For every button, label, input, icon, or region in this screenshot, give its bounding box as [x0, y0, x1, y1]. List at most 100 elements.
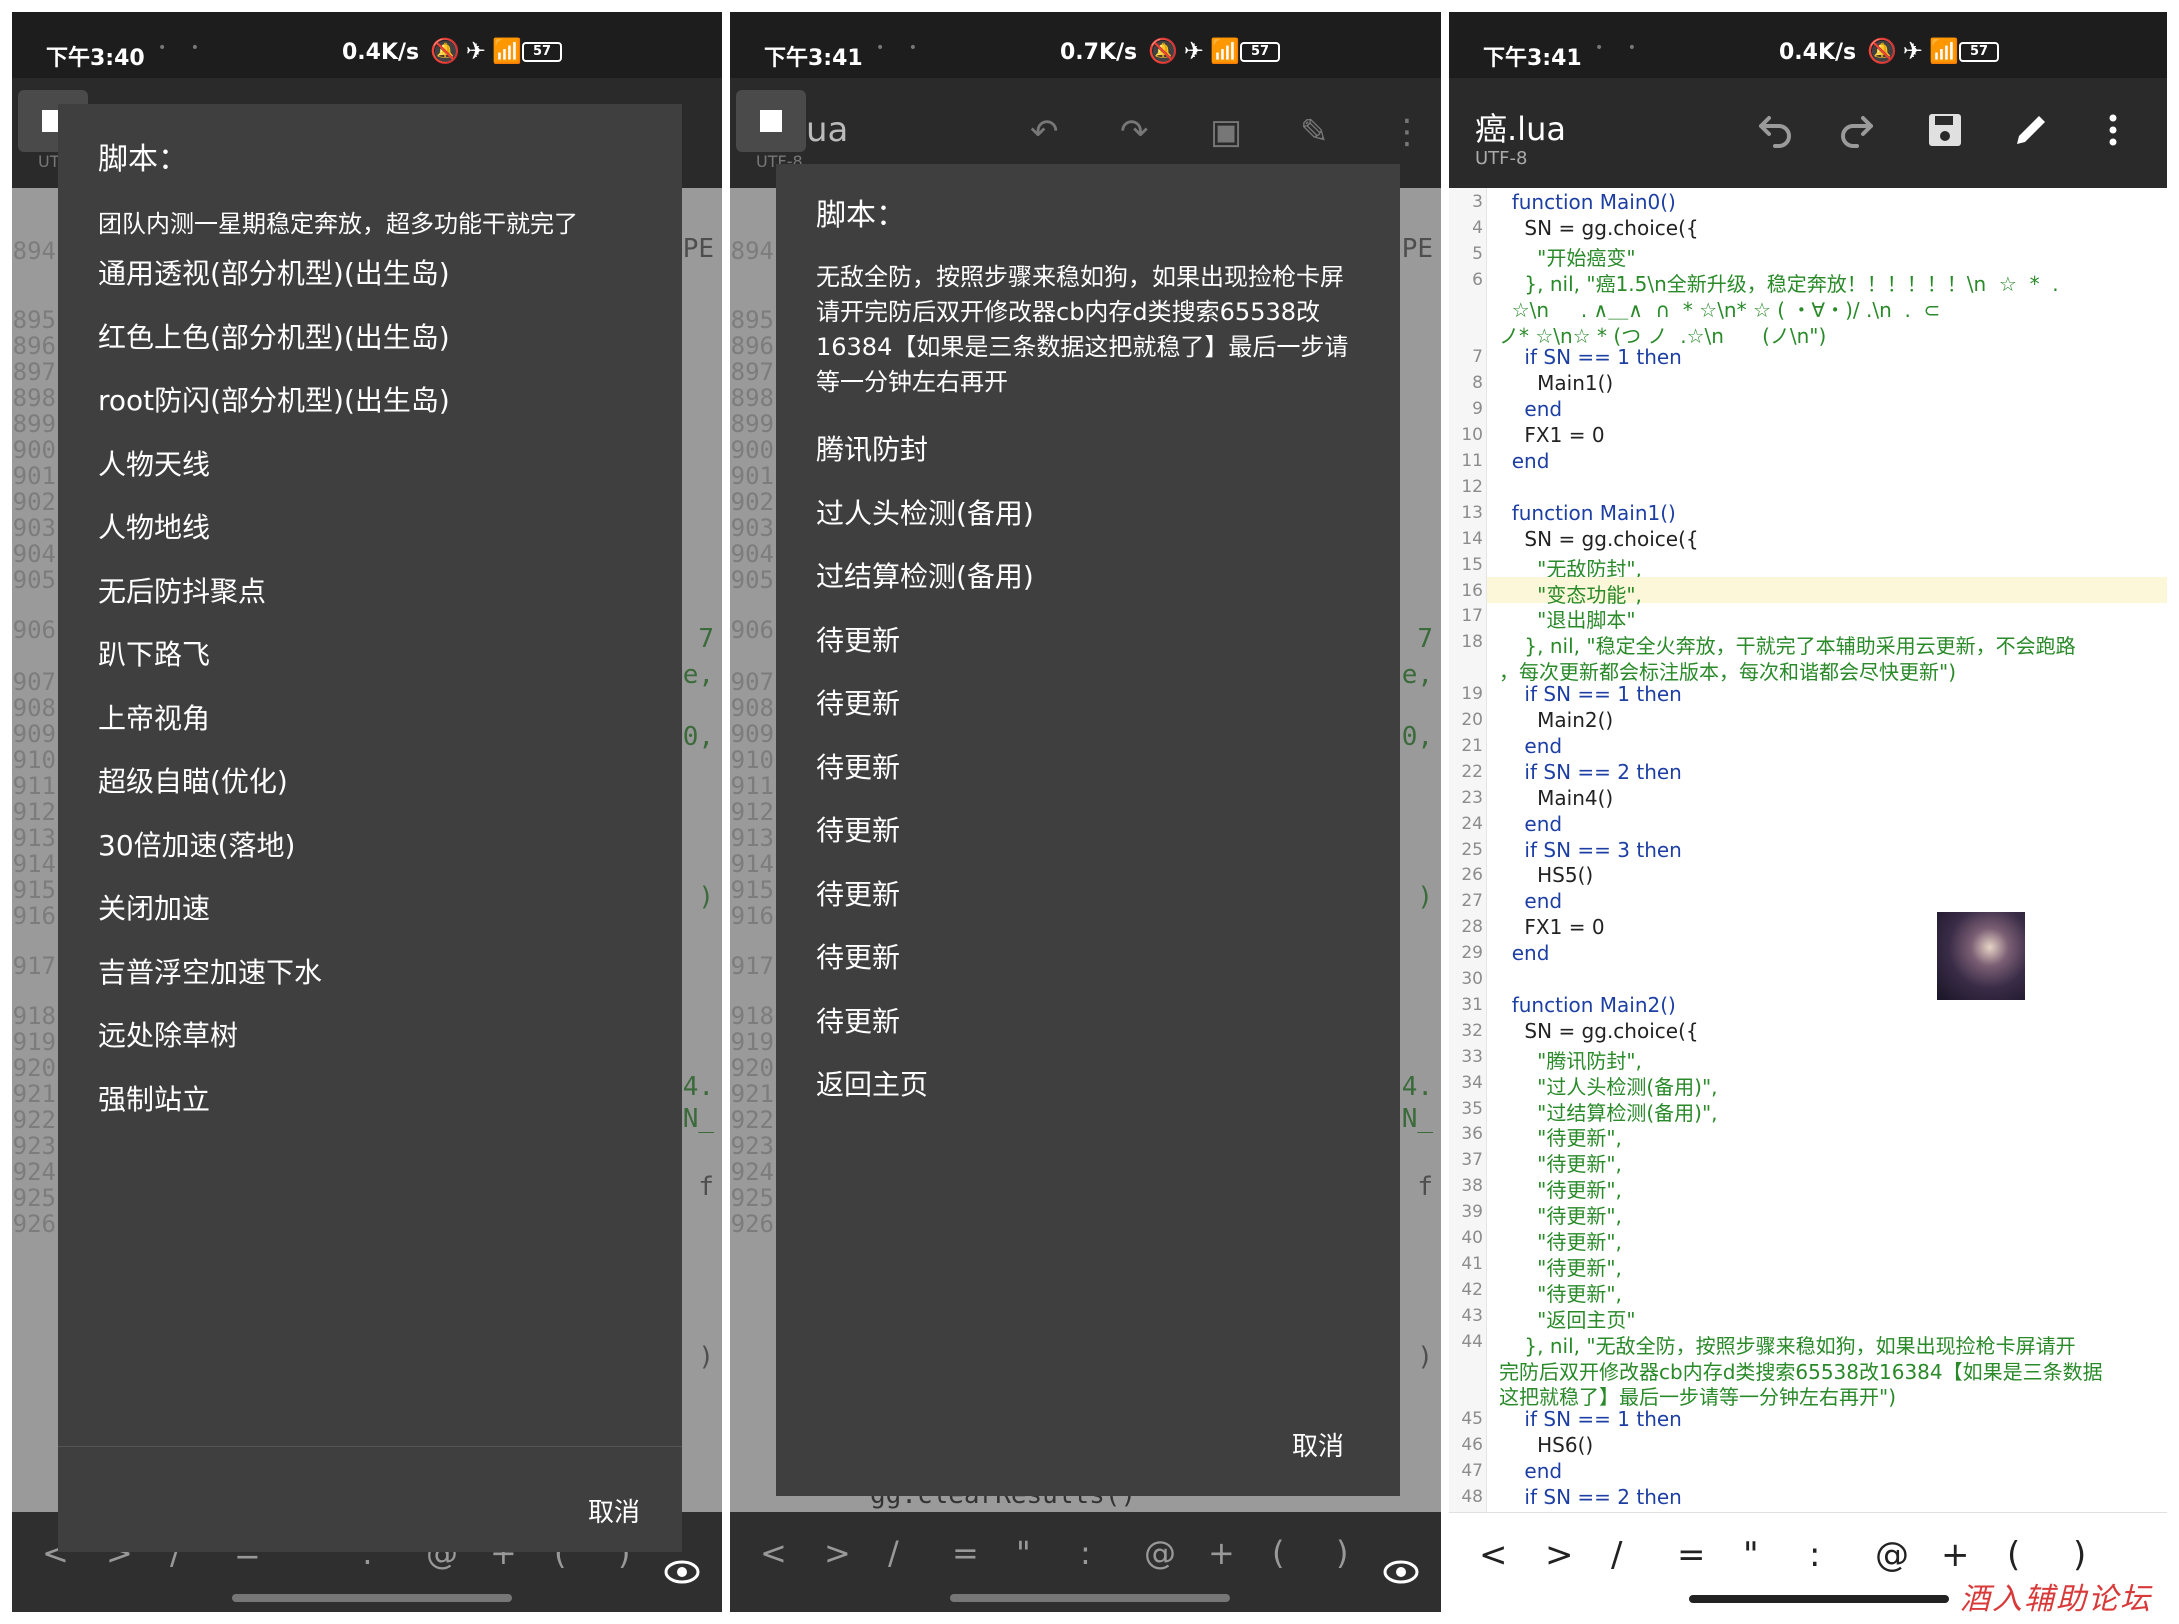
- line-number: 8: [1472, 373, 1483, 394]
- symbol-key[interactable]: ": [1743, 1535, 1809, 1575]
- symbol-key[interactable]: ": [1016, 1534, 1080, 1572]
- line-number: 41: [1461, 1253, 1483, 1274]
- symbol-key[interactable]: =: [1677, 1535, 1743, 1575]
- line-number: 33: [1461, 1046, 1483, 1067]
- symbol-key[interactable]: =: [952, 1534, 1016, 1572]
- code-editor[interactable]: 3 function Main0() 4 SN = gg.choice({5 "开…: [1449, 188, 2167, 1512]
- dialog-menu-item[interactable]: 人物地线: [98, 510, 210, 546]
- dimmed-line-number: 918: [730, 1002, 774, 1030]
- line-number: 31: [1461, 994, 1483, 1015]
- dialog-menu-item[interactable]: 待更新: [816, 813, 900, 849]
- line-number: 14: [1461, 528, 1483, 549]
- dialog-menu-item[interactable]: 人物天线: [98, 447, 210, 483]
- dialog-menu-item[interactable]: 腾讯防封: [816, 432, 928, 468]
- dimmed-line-number: 905: [730, 566, 774, 594]
- dialog-menu-item[interactable]: 通用透视(部分机型)(出生岛): [98, 256, 450, 292]
- dimmed-line-number: 916: [12, 902, 56, 930]
- home-indicator[interactable]: [232, 1594, 512, 1602]
- symbol-key[interactable]: (: [2007, 1535, 2073, 1575]
- dimmed-line-number: 921: [730, 1080, 774, 1108]
- line-number: 40: [1461, 1228, 1483, 1248]
- dialog-menu-item[interactable]: root防闪(部分机型)(出生岛): [98, 383, 450, 419]
- symbol-key[interactable]: +: [1208, 1534, 1272, 1572]
- save-icon: ▣: [1210, 112, 1243, 152]
- line-number: 23: [1461, 787, 1483, 808]
- undo-icon: ↶: [1030, 112, 1059, 152]
- symbol-key[interactable]: (: [1272, 1534, 1336, 1572]
- dialog-menu-item[interactable]: 趴下路飞: [98, 637, 210, 673]
- home-indicator[interactable]: [1689, 1595, 1949, 1603]
- status-bar: 下午3:41 • • 0.4K/s 🔕✈📶 57: [1449, 12, 2167, 78]
- status-bar: 下午3:41 • • 0.7K/s 🔕✈📶 57: [730, 12, 1441, 78]
- code-line: if SN == 1 then: [1499, 1407, 1682, 1432]
- line-number: 32: [1461, 1020, 1483, 1041]
- symbol-key[interactable]: >: [824, 1534, 888, 1572]
- dialog-menu-item[interactable]: 超级自瞄(优化): [98, 764, 288, 800]
- symbol-key[interactable]: @: [1875, 1535, 1941, 1575]
- dialog-menu-item[interactable]: 待更新: [816, 686, 900, 722]
- dimmed-line-number: 910: [730, 746, 774, 774]
- dimmed-line-number: 920: [730, 1054, 774, 1082]
- dialog-menu-item[interactable]: 上帝视角: [98, 701, 210, 737]
- cancel-button[interactable]: 取消: [588, 1492, 640, 1529]
- dialog-menu-item[interactable]: 待更新: [816, 750, 900, 786]
- dimmed-line-number: 925: [730, 1184, 774, 1212]
- network-speed: 0.7K/s: [1060, 40, 1138, 65]
- dialog-menu-item[interactable]: 待更新: [816, 877, 900, 913]
- code-line: "待更新",: [1499, 1204, 1622, 1229]
- dialog-menu-item[interactable]: 关闭加速: [98, 891, 210, 927]
- dimmed-line-number: 914: [730, 850, 774, 878]
- home-indicator[interactable]: [950, 1594, 1230, 1602]
- symbol-key[interactable]: :: [1809, 1535, 1875, 1575]
- edit-icon: ✎: [1300, 112, 1329, 152]
- undo-icon[interactable]: [1749, 106, 1797, 154]
- dimmed-line-number: 923: [12, 1132, 56, 1160]
- line-number: 27: [1461, 891, 1483, 912]
- dimmed-code-fragment: N_: [682, 1104, 714, 1134]
- save-icon[interactable]: [1921, 106, 1969, 154]
- redo-icon[interactable]: [1835, 106, 1883, 154]
- symbol-key[interactable]: /: [1611, 1535, 1677, 1575]
- dialog-title: 脚本：: [98, 142, 188, 177]
- symbol-key[interactable]: :: [1080, 1534, 1144, 1572]
- symbol-key[interactable]: @: [1144, 1534, 1208, 1572]
- symbol-key[interactable]: <: [760, 1534, 824, 1572]
- line-number: 39: [1461, 1202, 1483, 1223]
- symbol-key[interactable]: ): [2073, 1535, 2139, 1575]
- eye-icon[interactable]: [662, 1552, 702, 1592]
- dialog-menu-item[interactable]: 待更新: [816, 623, 900, 659]
- floating-thumbnail[interactable]: [1937, 912, 2025, 1000]
- symbol-key[interactable]: <: [1479, 1535, 1545, 1575]
- dialog-menu-item[interactable]: 无后防抖聚点: [98, 574, 266, 610]
- symbol-key[interactable]: +: [1941, 1535, 2007, 1575]
- code-line: SN = gg.choice({: [1499, 1018, 1699, 1043]
- eye-icon[interactable]: [1381, 1552, 1421, 1592]
- symbol-key[interactable]: /: [888, 1534, 952, 1572]
- line-number: 45: [1461, 1409, 1483, 1430]
- cancel-button[interactable]: 取消: [1292, 1426, 1344, 1463]
- symbol-keys[interactable]: < > / = ": @+(): [760, 1534, 1400, 1572]
- code-line: end: [1499, 397, 1563, 422]
- code-line: "待更新",: [1499, 1230, 1622, 1254]
- line-number: 10: [1461, 425, 1483, 446]
- dialog-menu-item[interactable]: 远处除草树: [98, 1018, 238, 1054]
- dialog-menu-item[interactable]: 过人头检测(备用): [816, 496, 1034, 532]
- code-line: end: [1499, 811, 1563, 836]
- dimmed-code-fragment: 7: [698, 624, 714, 654]
- dimmed-line-number: 899: [730, 410, 774, 438]
- battery-icon: 57: [1240, 42, 1280, 62]
- dialog-menu-item[interactable]: 红色上色(部分机型)(出生岛): [98, 320, 450, 356]
- dialog-menu-item[interactable]: 过结算检测(备用): [816, 559, 1034, 595]
- code-line: SN = gg.choice({: [1499, 526, 1699, 551]
- dimmed-line-number: 902: [730, 488, 774, 516]
- stop-button[interactable]: [736, 90, 806, 152]
- symbol-key[interactable]: >: [1545, 1535, 1611, 1575]
- dialog-menu-item[interactable]: 返回主页: [816, 1067, 928, 1103]
- dialog-menu-item[interactable]: 待更新: [816, 940, 900, 976]
- edit-icon[interactable]: [2007, 106, 2055, 154]
- dialog-menu-item[interactable]: 待更新: [816, 1004, 900, 1040]
- dialog-menu-item[interactable]: 30倍加速(落地): [98, 828, 295, 864]
- more-icon[interactable]: [2089, 106, 2137, 154]
- dialog-menu-item[interactable]: 吉普浮空加速下水: [98, 955, 322, 991]
- dialog-menu-item[interactable]: 强制站立: [98, 1082, 210, 1118]
